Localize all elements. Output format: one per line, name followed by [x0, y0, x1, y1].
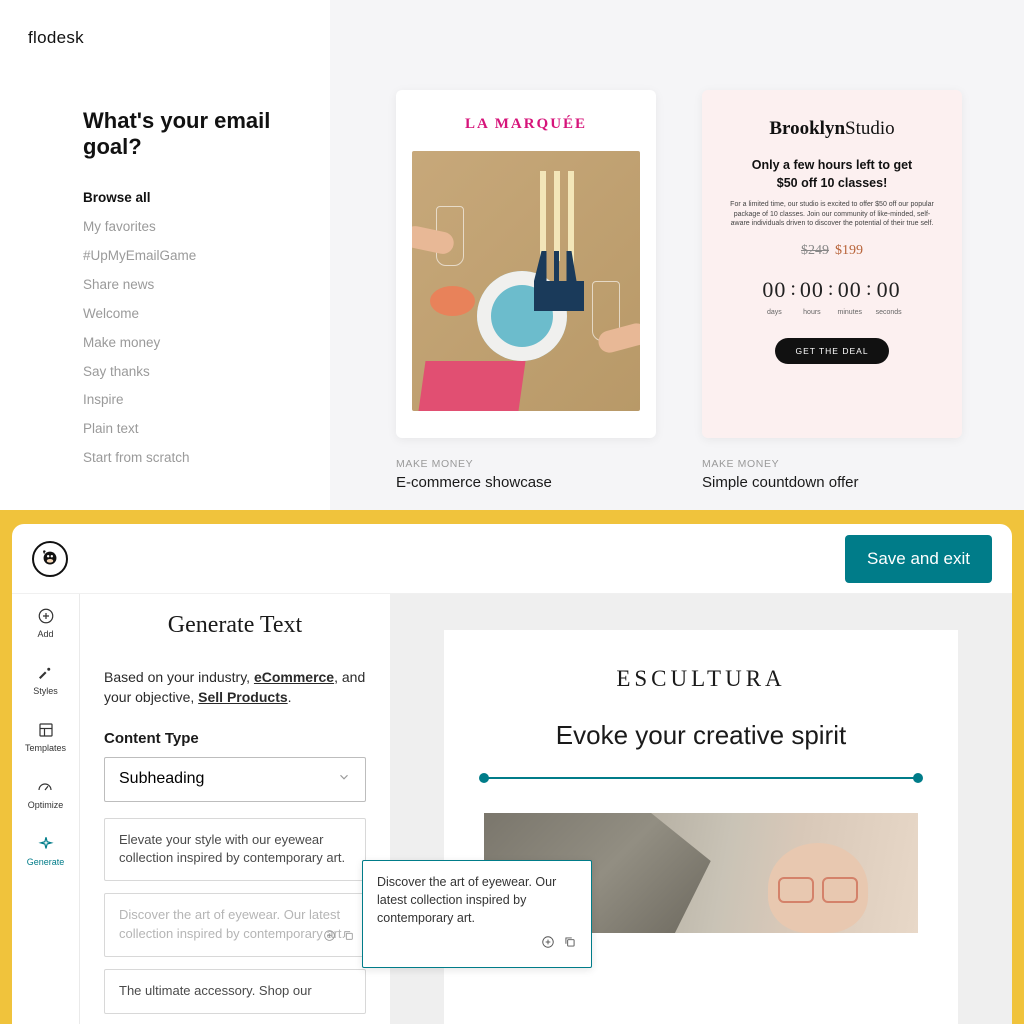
template-meta: MAKE MONEY Simple countdown offer: [702, 458, 962, 491]
plus-circle-icon[interactable]: [541, 935, 555, 954]
rail-generate[interactable]: Generate: [27, 834, 65, 867]
mailchimp-app: Save and exit Add Styles Templates: [0, 510, 1024, 1024]
mailchimp-rail: Add Styles Templates Optimize Generate: [12, 594, 80, 1024]
template-ecommerce-showcase[interactable]: LA MARQUÉE MAKE MONEY E-commerc: [396, 90, 656, 490]
rail-optimize[interactable]: Optimize: [28, 777, 64, 810]
copy-icon[interactable]: [563, 935, 577, 954]
template-meta: MAKE MONEY E-commerce showcase: [396, 458, 656, 491]
get-deal-button[interactable]: GET THE DEAL: [775, 338, 888, 364]
plus-circle-icon[interactable]: [323, 929, 336, 948]
suggestion-2[interactable]: Discover the art of eyewear. Our latest …: [104, 893, 366, 957]
copy-icon[interactable]: [342, 929, 355, 948]
mailchimp-topbar: Save and exit: [12, 524, 1012, 594]
flodesk-logo[interactable]: flodesk: [28, 28, 302, 48]
template-title: E-commerce showcase: [396, 474, 656, 491]
suggestion-tooltip: Discover the art of eyewear. Our latest …: [362, 860, 592, 968]
brooklyn-headline: Only a few hours left to get$50 off 10 c…: [752, 156, 912, 192]
suggestion-actions: [323, 929, 355, 948]
nav-make-money[interactable]: Make money: [83, 333, 302, 354]
nav-plain-text[interactable]: Plain text: [83, 419, 302, 440]
divider-with-handles[interactable]: [484, 777, 918, 779]
flodesk-nav: Browse all My favorites #UpMyEmailGame S…: [83, 188, 302, 469]
template-preview: LA MARQUÉE: [396, 90, 656, 438]
chevron-down-icon: [337, 770, 351, 789]
template-preview: BrooklynStudio Only a few hours left to …: [702, 90, 962, 438]
flodesk-heading: What's your email goal?: [83, 108, 302, 160]
lamarquee-hero-image: [412, 151, 640, 411]
brooklyn-subtext: For a limited time, our studio is excite…: [718, 200, 946, 228]
template-category: MAKE MONEY: [702, 458, 962, 470]
paint-icon: [35, 663, 55, 683]
flodesk-app: flodesk What's your email goal? Browse a…: [0, 0, 1024, 510]
suggestion-1[interactable]: Elevate your style with our eyewear coll…: [104, 818, 366, 882]
mailchimp-logo-icon[interactable]: [32, 541, 68, 577]
nav-inspire[interactable]: Inspire: [83, 390, 302, 411]
nav-say-thanks[interactable]: Say thanks: [83, 362, 302, 383]
email-heading: Evoke your creative spirit: [484, 720, 918, 751]
rail-add[interactable]: Add: [36, 606, 56, 639]
brooklyn-price: $249$199: [801, 243, 863, 259]
brooklyn-brand: BrooklynStudio: [769, 118, 894, 140]
gauge-icon: [35, 777, 55, 797]
content-type-select[interactable]: Subheading: [104, 757, 366, 802]
panel-description: Based on your industry, eCommerce, and y…: [104, 667, 366, 708]
sparkle-icon: [36, 834, 56, 854]
template-countdown-offer[interactable]: BrooklynStudio Only a few hours left to …: [702, 90, 962, 490]
nav-share-news[interactable]: Share news: [83, 275, 302, 296]
select-value: Subheading: [119, 770, 204, 788]
nav-start-scratch[interactable]: Start from scratch: [83, 448, 302, 469]
content-type-label: Content Type: [104, 730, 366, 747]
generate-text-panel: Generate Text Based on your industry, eC…: [80, 594, 390, 1024]
flodesk-templates-grid: LA MARQUÉE MAKE MONEY E-commerc: [330, 0, 1024, 510]
rail-styles[interactable]: Styles: [33, 663, 58, 696]
countdown-timer: 00days : 00hours : 00minutes : 00seconds: [762, 277, 901, 316]
save-and-exit-button[interactable]: Save and exit: [845, 535, 992, 583]
nav-welcome[interactable]: Welcome: [83, 304, 302, 325]
tooltip-actions: [377, 935, 577, 954]
plus-circle-icon: [36, 606, 56, 626]
nav-upmyemailgame[interactable]: #UpMyEmailGame: [83, 246, 302, 267]
mailchimp-body: Add Styles Templates Optimize Generate: [12, 594, 1012, 1024]
lamarquee-brand: LA MARQUÉE: [465, 116, 587, 133]
panel-title: Generate Text: [104, 612, 366, 639]
suggestion-3[interactable]: The ultimate accessory. Shop our: [104, 969, 366, 1014]
template-title: Simple countdown offer: [702, 474, 962, 491]
nav-browse-all[interactable]: Browse all: [83, 188, 302, 209]
mailchimp-window: Save and exit Add Styles Templates: [12, 524, 1012, 1024]
templates-icon: [36, 720, 56, 740]
rail-templates[interactable]: Templates: [25, 720, 66, 753]
nav-my-favorites[interactable]: My favorites: [83, 217, 302, 238]
flodesk-sidebar: flodesk What's your email goal? Browse a…: [0, 0, 330, 510]
template-category: MAKE MONEY: [396, 458, 656, 470]
escultura-brand: ESCULTURA: [484, 666, 918, 692]
